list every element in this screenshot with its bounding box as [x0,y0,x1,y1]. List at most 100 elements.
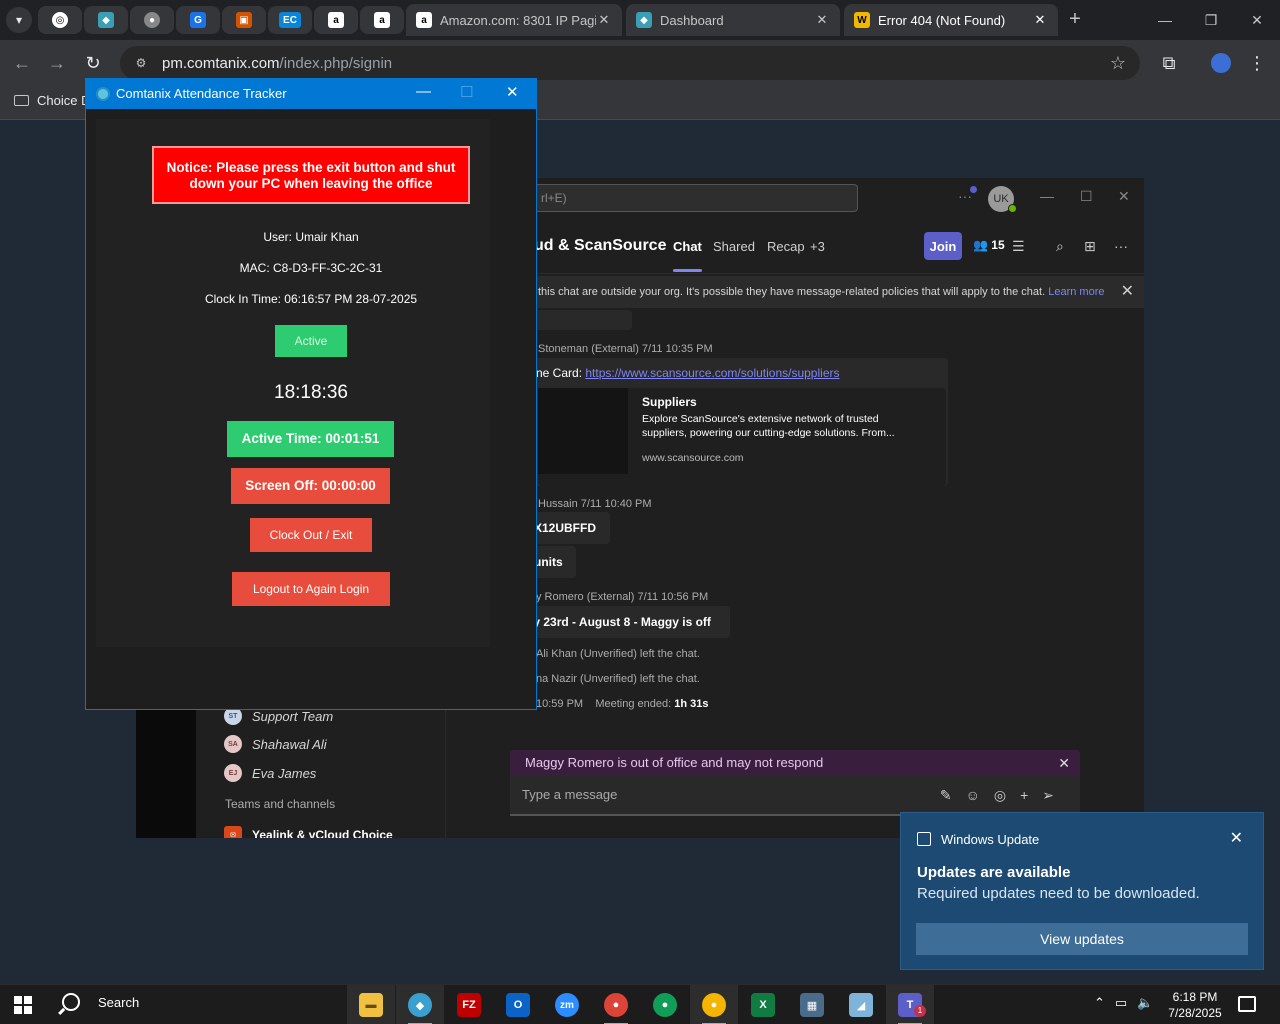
address-bar[interactable]: ⚙ pm.comtanix.com/index.php/signin ☆ [120,46,1140,80]
outlook-app[interactable]: O [494,985,542,1024]
bookmark-star-icon[interactable]: ☆ [1110,53,1126,74]
url-text: pm.comtanix.com/index.php/signin [162,55,392,72]
system-message: na Nazir (Unverified) left the chat. [536,673,700,685]
restore-icon[interactable]: ❐ [1188,0,1234,40]
tab-search-button[interactable]: ▾ [6,7,32,33]
site-settings-icon[interactable]: ⚙ [132,54,150,72]
more-menu-icon[interactable]: ⋮ [1244,50,1270,76]
filezilla-app[interactable]: FZ [445,985,493,1024]
profile-avatar[interactable] [1208,50,1234,76]
participants-button[interactable]: 👥 15 [973,238,1005,252]
tab-error-404[interactable]: W Error 404 (Not Found) ✕ [844,4,1058,36]
minimize-icon[interactable]: — [1040,188,1054,204]
loop-icon[interactable]: ◎ [994,787,1020,803]
tracker-titlebar[interactable]: Comtanix Attendance Tracker — ☐ ✕ [86,79,536,109]
notification-center-icon[interactable] [1238,996,1256,1012]
extensions-icon[interactable]: ⧉ [1156,50,1182,76]
join-button[interactable]: Join [924,232,962,260]
outlook-icon: O [506,993,530,1017]
participants-count: 15 [991,238,1005,252]
chevron-up-icon[interactable]: ⌃ [1094,995,1115,1010]
dashboard-icon: ◆ [636,12,652,28]
tab-amazon[interactable]: a Amazon.com: 8301 IP Pagin ✕ [406,4,622,36]
view-updates-button[interactable]: View updates [916,923,1248,955]
close-icon[interactable]: ✕ [506,83,519,101]
chrome-app-3[interactable]: ● [690,985,738,1024]
logout-button[interactable]: Logout to Again Login [232,572,390,606]
tab-recap[interactable]: Recap [767,239,805,254]
close-icon[interactable]: ✕ [1032,12,1048,28]
pinned-tab-4[interactable]: G [176,6,220,34]
pinned-tab-2[interactable]: ◆ [84,6,128,34]
search-icon[interactable]: ⌕ [1056,238,1064,255]
openai-icon: ◎ [52,12,68,28]
search-label: Search [98,994,140,1010]
chrome-app-2[interactable]: ● [641,985,689,1024]
back-arrow-icon[interactable]: ← [9,50,35,76]
popout-icon[interactable]: ⊞ [1084,238,1096,255]
start-button[interactable] [14,996,32,1014]
maximize-icon[interactable]: ☐ [1080,188,1093,205]
bookmark-folder[interactable]: Choice D [14,93,90,108]
file-explorer-app[interactable]: ▬ [347,985,395,1024]
close-icon[interactable]: ✕ [596,12,612,28]
chrome-icon: ● [653,993,677,1017]
clock-out-button[interactable]: Clock Out / Exit [250,518,372,552]
team-item[interactable]: ✉ Yealink & vCloud Choice [224,826,393,838]
list-icon[interactable]: ☰ [1012,238,1025,255]
contact-name: Support Team [252,708,334,724]
close-icon[interactable]: ✕ [1118,188,1130,205]
chat-list-item[interactable]: EJ Eva James [224,764,316,782]
learn-more-link[interactable]: Learn more [1048,286,1104,298]
chat-list-item[interactable]: SA Shahawal Ali [224,735,327,753]
remote-app[interactable]: ◢ [837,985,885,1024]
chrome-icon: ● [604,993,628,1017]
close-icon[interactable]: ✕ [814,12,830,28]
pinned-tab-1[interactable]: ◎ [38,6,82,34]
clock-date: 7/28/2025 [1168,1006,1222,1020]
zoom-app[interactable]: zm [543,985,591,1024]
tab-dashboard[interactable]: ◆ Dashboard ✕ [626,4,840,36]
close-icon[interactable]: ✕ [1121,276,1134,308]
link-preview-card[interactable]: Suppliers Explore ScanSource's extensive… [538,388,946,486]
format-icon[interactable]: ✎ [940,787,966,803]
forward-arrow-icon[interactable]: → [44,50,70,76]
tab-more[interactable]: +3 [810,239,825,254]
pinned-tab-8[interactable]: a [360,6,404,34]
pinned-tab-3[interactable]: ● [130,6,174,34]
pinned-tab-5[interactable]: ▣ [222,6,266,34]
emoji-icon[interactable]: ☺ [966,787,994,803]
new-tab-button[interactable]: + [1062,8,1088,32]
close-icon[interactable]: ✕ [1230,828,1243,848]
w-icon: W [854,12,870,28]
message-compose-box[interactable]: Type a message ✎☺◎+➢ [510,776,1080,816]
close-window-icon[interactable]: ✕ [1234,0,1280,40]
system-tray: ⌃▭🔈 [1094,995,1163,1011]
send-icon[interactable]: ➢ [1042,787,1068,803]
minimize-icon[interactable]: — [1142,0,1188,40]
tab-shared[interactable]: Shared [713,239,755,254]
pinned-tab-6[interactable]: EC [268,6,312,34]
close-icon[interactable]: ✕ [1058,750,1070,776]
tab-chat[interactable]: Chat [673,239,702,272]
pinned-tab-7[interactable]: a [314,6,358,34]
network-icon[interactable]: ▭ [1115,995,1137,1010]
calculator-app[interactable]: ▦ [788,985,836,1024]
plus-icon[interactable]: + [1020,787,1042,803]
volume-icon[interactable]: 🔈 [1137,995,1163,1010]
my-avatar[interactable]: UK [988,186,1017,213]
excel-app[interactable]: X [739,985,787,1024]
teams-app[interactable]: T 1 [886,985,934,1024]
chrome-app-1[interactable]: ● [592,985,640,1024]
message-link[interactable]: https://www.scansource.com/solutions/sup… [585,366,839,380]
clock-in-label: Clock In Time: 06:16:57 PM 28-07-2025 [204,292,418,306]
reload-icon[interactable]: ↻ [80,50,106,76]
external-org-banner: this chat are outside your org. It's pos… [446,276,1144,308]
taskbar-clock[interactable]: 6:18 PM 7/28/2025 [1168,989,1222,1021]
taskbar-search[interactable]: Search [62,993,139,1011]
tracker-app[interactable]: ◆ [396,985,444,1024]
minimize-icon[interactable]: — [416,83,431,100]
teams-search-input[interactable]: rl+E) [532,184,858,212]
more-options-icon[interactable]: ··· [1114,238,1128,254]
remote-desktop-icon: ◢ [849,993,873,1017]
